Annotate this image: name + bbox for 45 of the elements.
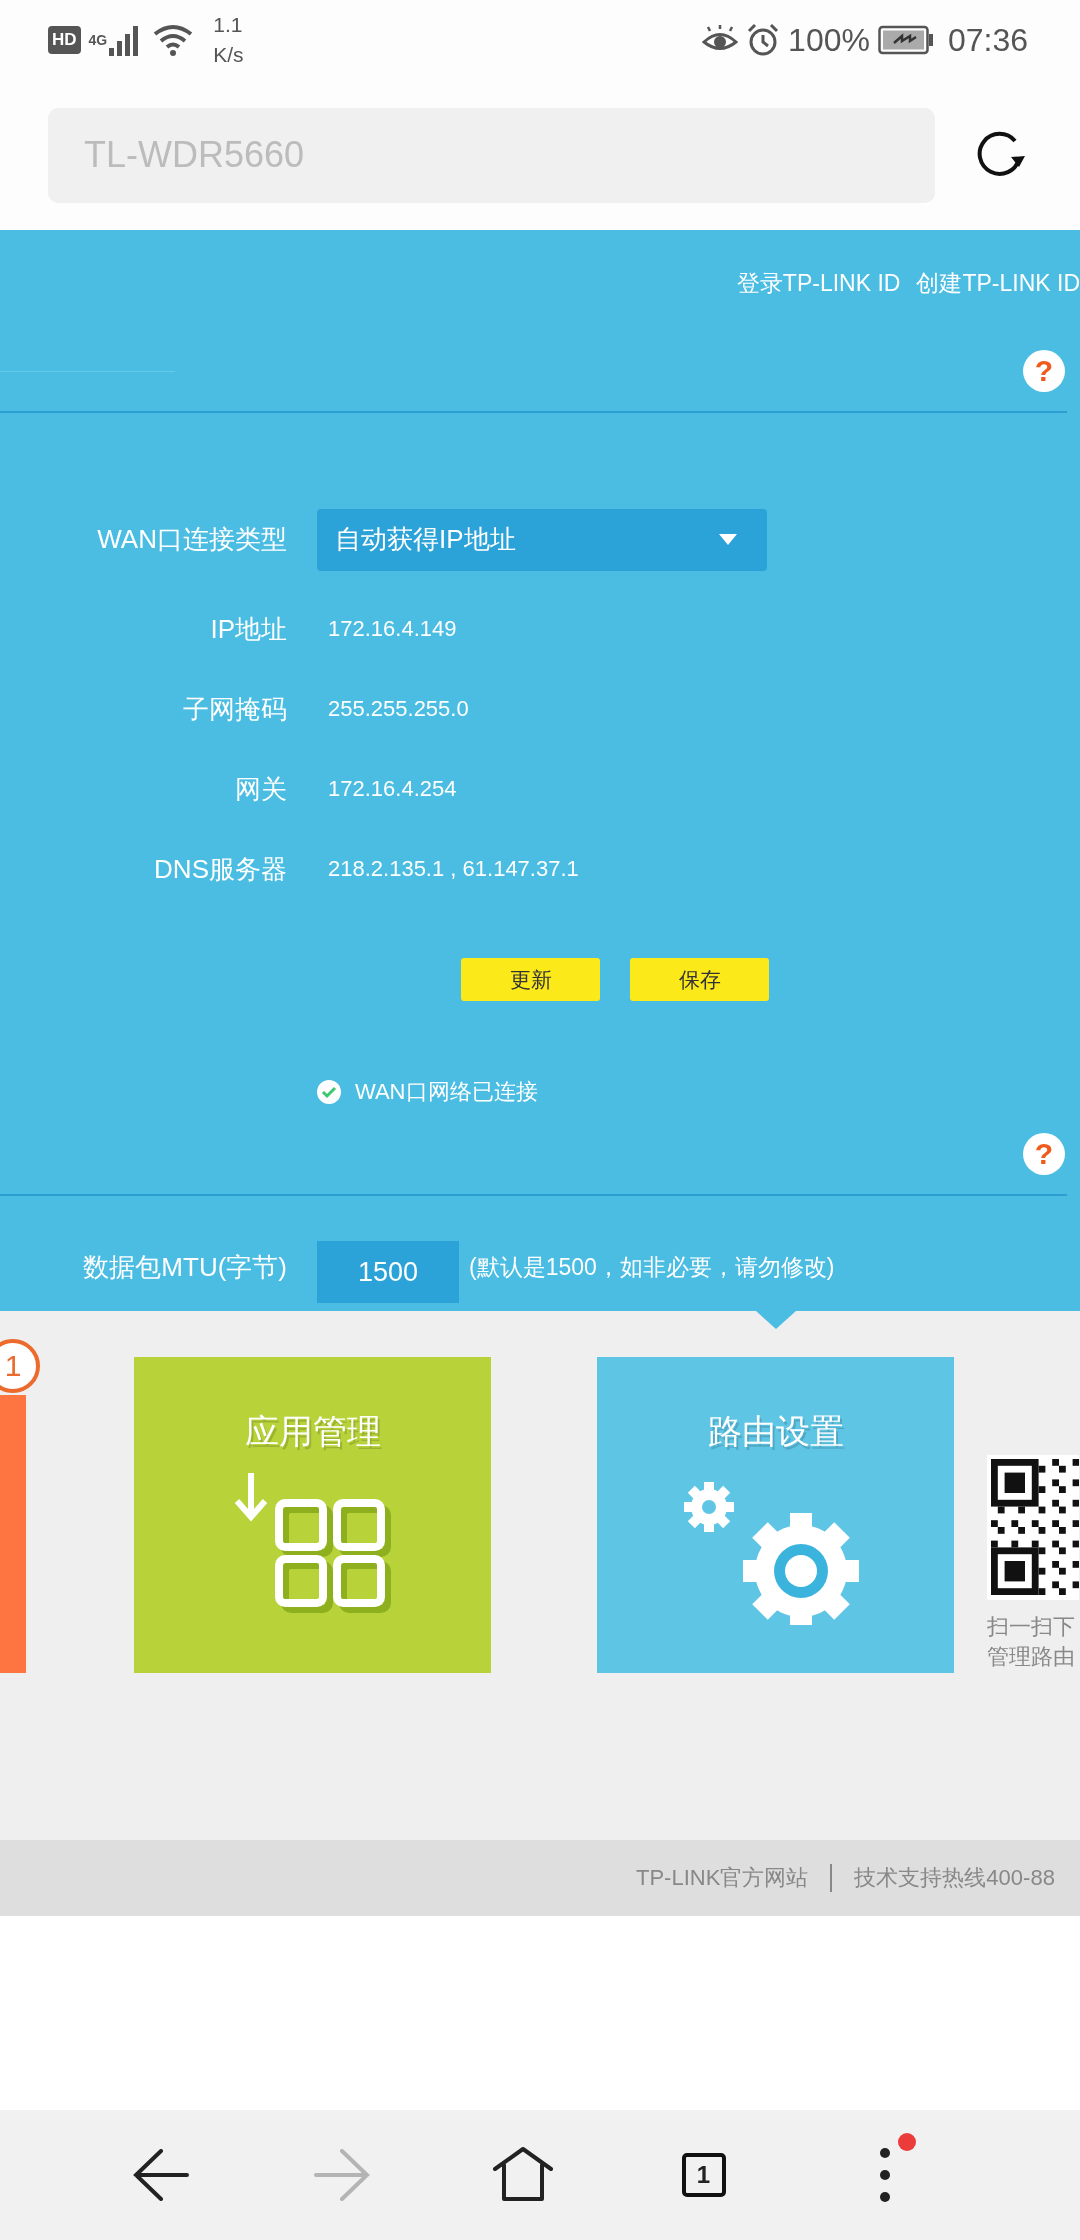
footer-link[interactable]: TP-LINK官方网站 [636, 1863, 809, 1893]
hd-indicator: HD [48, 26, 81, 54]
network-type: 4G [88, 32, 108, 48]
qr-caption: 扫一扫下 [987, 1613, 1076, 1641]
field-label: IP地址 [209, 612, 287, 646]
apps-grid-icon [232, 1473, 393, 1613]
footer-link[interactable]: 技术支持热线400-88 [854, 1863, 1055, 1893]
header-link[interactable]: 登录TP-LINK ID [736, 268, 901, 298]
header-link[interactable]: 创建TP-LINK ID [916, 268, 1080, 298]
mtu-field[interactable]: 1500 [317, 1241, 459, 1303]
field-value: 218.2.135.1 , 61.147.37.1 [328, 856, 579, 882]
home-icon[interactable] [491, 2147, 554, 2203]
action-button[interactable]: 更新 [461, 958, 600, 1001]
qr-caption: 管理路由 [987, 1643, 1076, 1671]
back-icon[interactable] [132, 2149, 189, 2201]
field-label: 数据包MTU(字节) [82, 1250, 287, 1284]
tile-title: 应用管理 [244, 1411, 381, 1452]
connection-status: WAN口网络已连接 [355, 1078, 538, 1106]
tile-title: 路由设置 [707, 1411, 844, 1452]
dropdown-caret-icon [719, 533, 737, 546]
mtu-hint: (默认是1500，如非必要，请勿修改) [469, 1252, 835, 1282]
connection-type-dropdown[interactable]: 自动获得IP地址 [317, 508, 767, 571]
clock: 07:36 [947, 21, 1028, 59]
app-management-tile[interactable]: 应用管理 [134, 1357, 491, 1673]
field-label: 网关 [234, 772, 287, 806]
battery-level: 100% [788, 21, 870, 59]
field-value: 255.255.255.0 [328, 696, 469, 722]
field-label: 子网掩码 [182, 692, 287, 726]
menu-tile[interactable] [0, 1395, 26, 1673]
field-value: 172.16.4.254 [328, 776, 457, 802]
router-settings-tile[interactable]: 路由设置 [597, 1357, 954, 1673]
field-label: DNS服务器 [153, 852, 287, 886]
wifi-icon [153, 24, 194, 56]
help-icon[interactable]: ? [1023, 1133, 1065, 1175]
action-button[interactable]: 保存 [630, 958, 769, 1001]
tabs-button[interactable]: 1 [681, 2153, 726, 2197]
step-badge: 1 [0, 1339, 40, 1393]
alarm-icon [746, 23, 781, 57]
speed-value: 1.1 [213, 12, 244, 38]
more-menu-icon[interactable] [878, 2147, 891, 2203]
field-label: WAN口连接类型 [96, 523, 287, 556]
field-value: 172.16.4.149 [328, 616, 457, 642]
battery-icon [877, 25, 934, 55]
help-icon[interactable]: ? [1023, 350, 1065, 392]
speed-unit: K/s [213, 42, 244, 68]
